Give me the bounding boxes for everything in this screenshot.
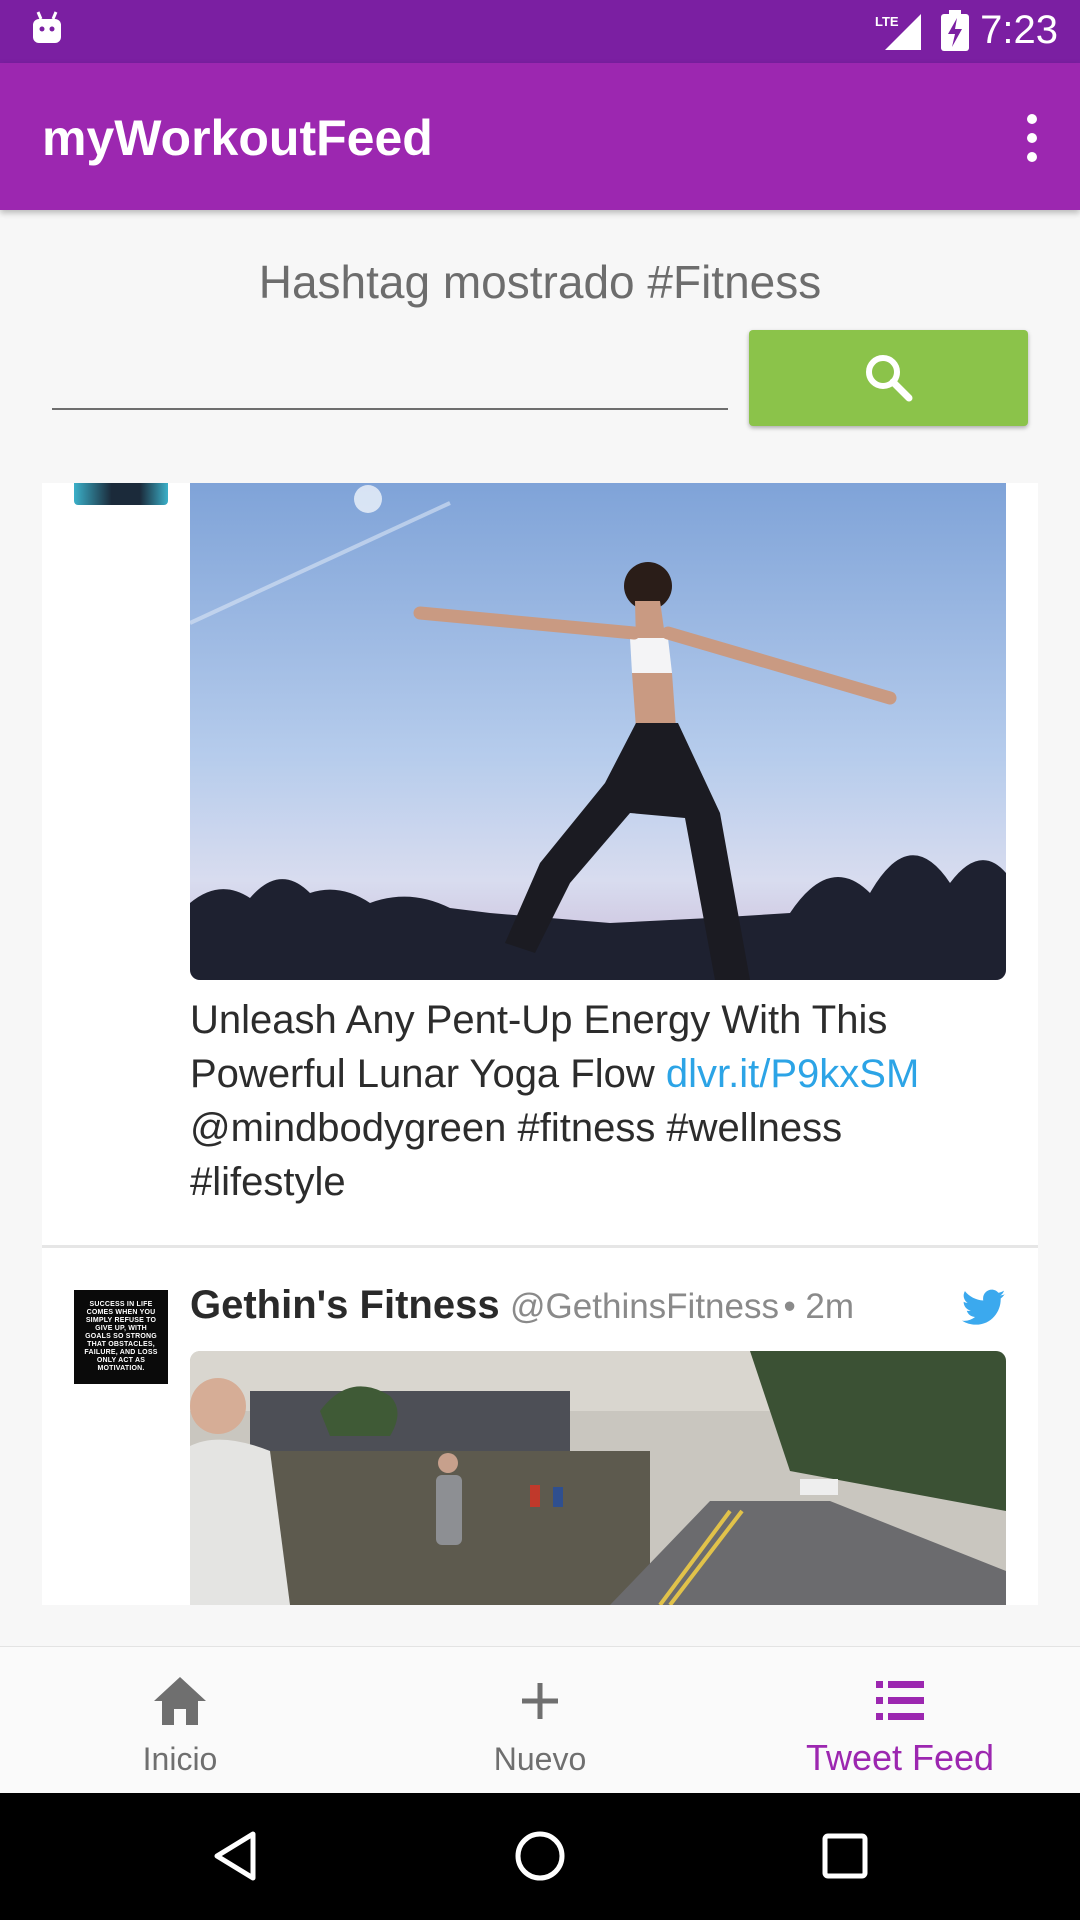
lte-signal-icon: LTE [875,14,921,50]
bottom-navigation: Inicio Nuevo Tweet Feed [0,1646,1080,1794]
nav-label-tweet-feed: Tweet Feed [805,1737,995,1778]
back-icon[interactable] [205,1826,265,1886]
status-bar: LTE 7:23 [0,0,1080,63]
nav-tweet-feed[interactable]: Tweet Feed [720,1647,1080,1794]
tweet-text-hashtags: @mindbodygreen #fitness #wellness #lifes… [190,1106,843,1204]
hashtag-input[interactable] [52,356,728,410]
nav-inicio[interactable]: Inicio [0,1647,360,1794]
nav-label-inicio: Inicio [142,1741,218,1777]
more-vert-icon[interactable] [1002,103,1062,173]
recents-icon[interactable] [815,1826,875,1886]
home-circle-icon[interactable] [510,1826,570,1886]
tweet-image-yoga[interactable] [190,483,1006,980]
divider [42,1245,1038,1248]
avatar [74,483,168,505]
twitter-bird-icon[interactable] [962,1289,1006,1327]
search-button[interactable] [749,330,1028,426]
avatar[interactable]: SUCCESS IN LIFE COMES WHEN YOU SIMPLY RE… [74,1290,168,1384]
app-title: myWorkoutFeed [42,110,433,166]
author-handle[interactable]: @GethinsFitness [510,1287,779,1326]
list-icon [876,1681,924,1720]
battery-charging-icon [941,10,969,51]
plus-icon [522,1683,558,1719]
search-icon [865,355,912,402]
system-navigation-bar [0,1793,1080,1920]
avatar-quote-text: SUCCESS IN LIFE COMES WHEN YOU SIMPLY RE… [84,1301,158,1372]
nav-nuevo[interactable]: Nuevo [360,1647,720,1794]
tweet-feed[interactable]: Unleash Any Pent-Up Energy With This Pow… [42,483,1038,1605]
nav-label-nuevo: Nuevo [493,1741,587,1777]
svg-text:LTE: LTE [875,14,899,29]
clock: 7:23 [980,8,1058,52]
home-icon [154,1677,206,1725]
hashtag-label: Hashtag mostrado #Fitness [258,256,822,308]
author-name[interactable]: Gethin's Fitness [190,1283,500,1327]
tweet-timestamp: • 2m [783,1287,855,1326]
tweet-image-street[interactable] [190,1351,1006,1605]
tweet-header: Gethin's Fitness @GethinsFitness • 2m [190,1283,890,1328]
tweet-text: Unleash Any Pent-Up Energy With This Pow… [190,993,990,1209]
tweet-link[interactable]: dlvr.it/P9kxSM [666,1052,919,1096]
android-notification-icon [33,11,61,43]
app-bar: myWorkoutFeed [0,63,1080,210]
